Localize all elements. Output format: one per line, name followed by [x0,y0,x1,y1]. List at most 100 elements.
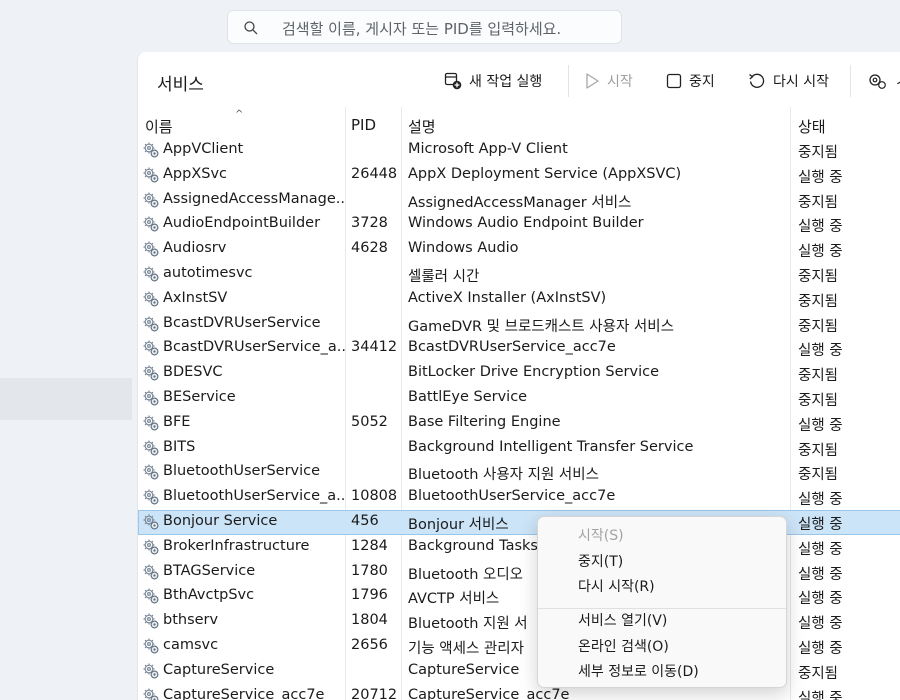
service-gear-icon [142,637,160,655]
page-title: 서비스 [157,75,204,95]
service-gear-icon [142,687,160,700]
row-description: AppX Deployment Service (AppXSVC) [408,165,682,182]
row-name: BthAvctpSvc [163,587,255,604]
service-gear-icon [142,488,160,506]
row-name: CaptureService [163,661,275,678]
row-description: BitLocker Drive Encryption Service [408,364,660,381]
search-placeholder: 검색할 이름, 게시자 또는 PID를 입력하세요. [282,20,562,38]
run-new-task-button[interactable]: 새 작업 실행 [444,68,542,94]
service-gear-icon [142,290,160,308]
table-row[interactable]: BFE 5052 Base Filtering Engine 실행 중 [138,411,900,436]
table-row[interactable]: AssignedAccessManage... AssignedAccessMan… [138,188,900,213]
row-description: BluetoothUserService_acc7e [408,488,616,505]
row-name: BluetoothUserService [163,463,321,480]
column-header-name[interactable]: 이름 [145,116,173,137]
table-row[interactable]: autotimesvc 셀룰러 시간 중지됨 [138,262,900,287]
row-description: CaptureService_acc7e [408,686,570,700]
row-name: bthserv [163,612,219,629]
service-gear-icon [142,339,160,357]
menu-divider [538,608,786,609]
start-button[interactable]: 시작 [584,68,633,94]
row-pid: 4628 [351,240,388,257]
row-status: 실행 중 [798,640,843,657]
row-name: BDESVC [163,364,223,381]
row-status: 중지됨 [798,665,839,682]
context-menu-go-to-details[interactable]: 세부 정보로 이동(D) [578,661,699,681]
service-gear-icon [142,463,160,481]
service-gear-icon [142,513,160,531]
table-row[interactable]: Audiosrv 4628 Windows Audio 실행 중 [138,237,900,262]
toolbar-divider [568,65,569,97]
row-status: 실행 중 [798,591,843,608]
stop-button[interactable]: 중지 [666,68,715,94]
row-description: AssignedAccessManager 서비스 [408,194,632,211]
sort-ascending-icon: ^ [235,109,244,120]
table-row[interactable]: CaptureService_acc7e 20712 CaptureService_… [138,684,900,700]
context-menu-open-services[interactable]: 서비스 열기(V) [578,610,667,630]
row-name: camsvc [163,636,219,653]
row-pid: 20712 [351,686,398,700]
row-status: 실행 중 [798,492,843,509]
row-description: Bluetooth 사용자 지원 서비스 [408,467,599,484]
play-icon [586,73,599,89]
sidebar-selected-item[interactable] [0,378,132,420]
table-row[interactable]: BcastDVRUserService_a... 34412 BcastDVRUse… [138,336,900,361]
service-gear-icon [142,265,160,283]
context-menu-restart[interactable]: 다시 시작(R) [578,576,655,596]
table-row[interactable]: AxInstSV ActiveX Installer (AxInstSV) 중지됨 [138,287,900,312]
table-row[interactable]: AudioEndpointBuilder 3728 Windows Audio En… [138,212,900,237]
table-row[interactable]: AppVClient Microsoft App-V Client 중지됨 [138,138,900,163]
row-name: BITS [163,438,196,455]
row-pid: 456 [351,512,379,529]
column-header-pid[interactable]: PID [351,116,376,134]
row-pid: 1284 [351,537,388,554]
new-task-icon [444,72,462,90]
row-pid: 1780 [351,562,388,579]
table-row[interactable]: BluetoothUserService Bluetooth 사용자 지원 서비스… [138,460,900,485]
service-gear-icon [142,315,160,333]
row-pid: 10808 [351,488,398,505]
services-icon [869,74,886,89]
row-pid: 34412 [351,339,398,356]
open-services-button[interactable]: ㅅ [868,68,900,94]
row-description: Windows Audio Endpoint Builder [408,215,644,232]
table-row[interactable]: BEService BattlEye Service 중지됨 [138,386,900,411]
row-name: BEService [163,388,236,405]
row-name: Audiosrv [163,240,227,257]
table-row[interactable]: BcastDVRUserService GameDVR 및 브로드캐스트 사용자 … [138,312,900,337]
row-name: AxInstSV [163,289,228,306]
stop-icon [666,73,682,89]
column-header-status[interactable]: 상태 [798,116,826,137]
row-description: Microsoft App-V Client [408,141,568,157]
table-row[interactable]: BITS Background Intelligent Transfer Serv… [138,436,900,461]
row-pid: 1804 [351,612,388,629]
context-menu-search-online[interactable]: 온라인 검색(O) [578,636,669,656]
row-name: BcastDVRUserService [163,314,321,331]
row-name: autotimesvc [163,264,253,281]
context-menu-start[interactable]: 시작(S) [578,525,624,545]
run-new-task-label: 새 작업 실행 [469,74,543,90]
row-name: AssignedAccessManage... [163,190,345,207]
row-description: Background Intelligent Transfer Service [408,438,694,455]
row-name: CaptureService_acc7e [163,686,325,700]
row-status: 실행 중 [798,219,843,236]
column-header-row: 이름 PID 설명 상태 [138,111,900,137]
service-gear-icon [142,662,160,680]
table-row[interactable]: AppXSvc 26448 AppX Deployment Service (App… [138,163,900,188]
restart-button[interactable]: 다시 시작 [748,68,829,94]
service-gear-icon [142,538,160,556]
search-box[interactable]: 검색할 이름, 게시자 또는 PID를 입력하세요. [227,10,622,44]
row-status: 중지됨 [798,318,839,335]
row-status: 실행 중 [798,343,843,360]
service-gear-icon [142,563,160,581]
row-name: BrokerInfrastructure [163,537,310,554]
column-header-description[interactable]: 설명 [408,116,436,137]
row-pid: 5052 [351,413,388,430]
table-row[interactable]: BDESVC BitLocker Drive Encryption Service… [138,361,900,386]
service-gear-icon [142,364,160,382]
context-menu-stop[interactable]: 중지(T) [578,551,623,571]
service-gear-icon [142,166,160,184]
row-status: 실행 중 [798,690,843,700]
table-row[interactable]: BluetoothUserService_a... 10808 BluetoothU… [138,485,900,510]
service-gear-icon [142,389,160,407]
